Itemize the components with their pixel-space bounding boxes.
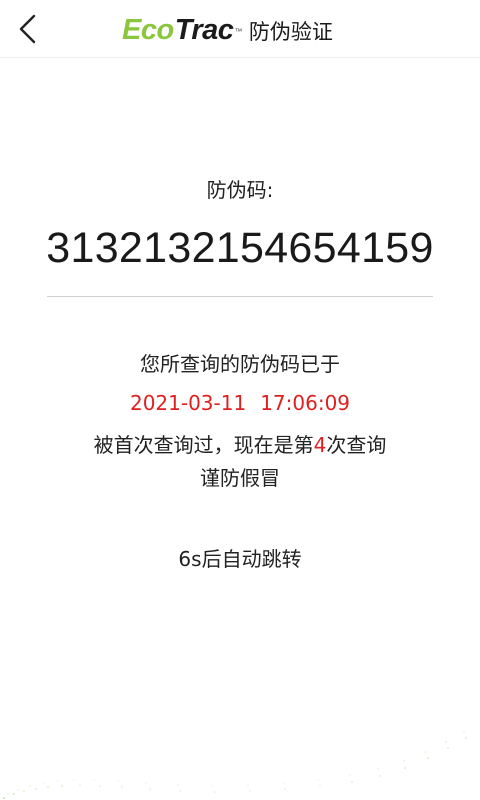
trademark-symbol: ™: [234, 26, 242, 36]
redirect-countdown: 6s后自动跳转: [178, 547, 302, 571]
brand-logo-trac: Trac: [174, 14, 234, 46]
page-title: 防伪验证: [248, 20, 333, 44]
verification-page: Eco Trac ™ 防伪验证 防伪码: 3132132154654159 您所查询…: [0, 0, 480, 800]
brand-logo-eco: Eco: [122, 14, 174, 46]
query-time: 17:06:09: [260, 391, 351, 415]
decorative-dots: [3, 731, 467, 799]
first-query-datetime: 2021-03-11 17:06:09: [0, 391, 480, 415]
counterfeit-warning: 谨防假冒: [200, 466, 280, 490]
query-count: 4: [313, 433, 327, 457]
header-bar: Eco Trac ™ 防伪验证: [0, 0, 480, 58]
query-message-line: 您所查询的防伪码已于: [140, 352, 340, 376]
query-count-suffix: 次查询: [326, 433, 387, 457]
query-date: 2021-03-11: [129, 391, 247, 415]
query-count-prefix: 被首次查询过，现在是第: [93, 433, 314, 457]
anti-counterfeit-code: 3132132154654159: [46, 224, 434, 272]
divider: [47, 296, 433, 297]
query-count-line: 被首次查询过，现在是第4次查询: [0, 429, 480, 458]
chevron-left-icon: [19, 14, 36, 44]
brand-header: Eco Trac ™ 防伪验证: [122, 13, 333, 47]
ecotrac-logo: Eco Trac ™: [122, 13, 242, 47]
code-label: 防伪码:: [206, 178, 274, 202]
back-button[interactable]: [8, 9, 48, 49]
